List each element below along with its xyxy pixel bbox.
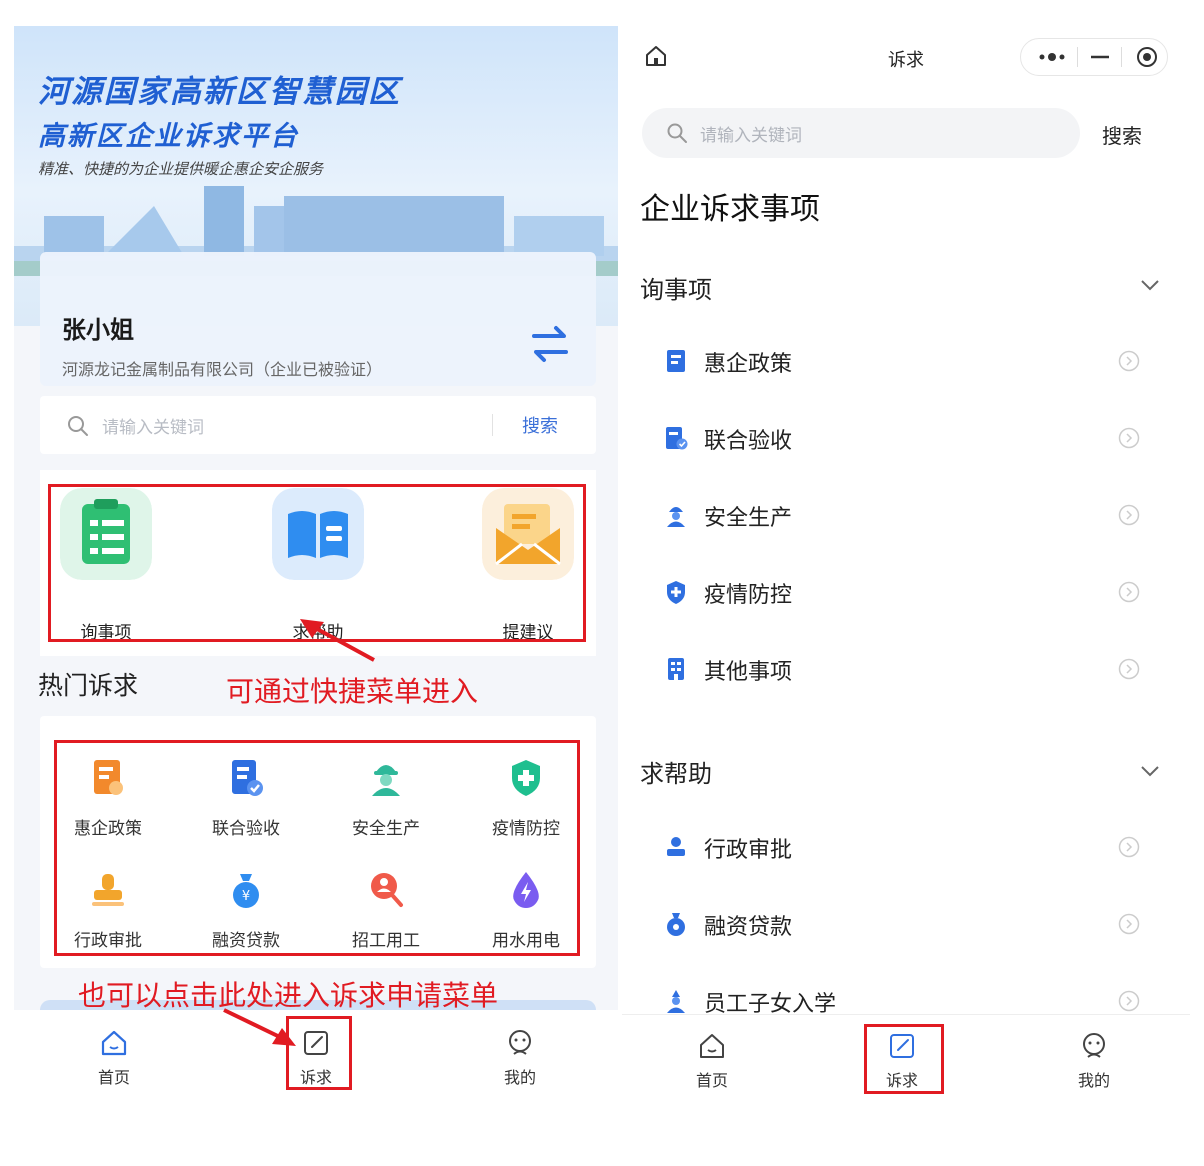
chevron-right-circle-icon (1118, 504, 1140, 526)
section-title-inquiry[interactable]: 询事项 (640, 270, 712, 305)
section-title-help[interactable]: 求帮助 (640, 754, 712, 789)
annotation-arrow (300, 619, 375, 662)
money-bag-icon (667, 913, 685, 936)
home-screen: 河源国家高新区智慧园区 高新区企业诉求平台 精准、快捷的为企业提供暖企惠企安企服… (14, 26, 618, 1140)
tab-label: 我的 (1077, 1071, 1110, 1090)
chevron-down-icon[interactable] (1140, 278, 1160, 292)
user-company: 河源龙记金属制品有限公司（企业已被验证） (62, 360, 383, 379)
list-item-label: 疫情防控 (704, 583, 793, 608)
close-target-icon[interactable] (1135, 45, 1159, 69)
tab-label: 首页 (695, 1071, 728, 1090)
hot-requests-title: 热门诉求 (38, 671, 139, 700)
list-item[interactable]: 疫情防控 (622, 563, 1190, 623)
divider (1077, 47, 1078, 67)
annotation-arrow (223, 1008, 296, 1046)
search-button[interactable]: 搜索 (1102, 120, 1142, 149)
home-icon (101, 1030, 127, 1056)
chevron-right-circle-icon (1118, 658, 1140, 680)
search-input[interactable]: 请输入关键词 (102, 413, 204, 438)
chevron-right-circle-icon (1118, 836, 1140, 858)
worker-icon (667, 507, 685, 527)
list-item-label: 联合验收 (704, 429, 793, 454)
banner-title: 河源国家高新区智慧园区 (38, 74, 401, 110)
list-item-label: 安全生产 (704, 506, 793, 531)
divider (492, 414, 493, 436)
tab-home[interactable]: 首页 (672, 1031, 752, 1101)
list-item[interactable]: 行政审批 (622, 818, 1190, 878)
search-icon (667, 123, 687, 143)
stamp-icon (667, 837, 685, 856)
minimize-icon[interactable] (1089, 47, 1111, 67)
miniprogram-capsule (1020, 38, 1168, 76)
shield-icon (667, 581, 685, 604)
tab-profile[interactable]: 我的 (1054, 1031, 1134, 1101)
policy-document-icon (667, 350, 685, 372)
switch-account-icon[interactable] (528, 322, 572, 366)
building-icon (668, 658, 684, 680)
tab-label: 我的 (503, 1068, 536, 1087)
banner-subtitle: 高新区企业诉求平台 (38, 121, 299, 152)
chevron-right-circle-icon (1118, 990, 1140, 1012)
user-face-icon (1083, 1033, 1105, 1058)
check-document-icon (666, 427, 688, 450)
highlight-box (864, 1024, 944, 1094)
tab-profile[interactable]: 我的 (480, 1028, 560, 1098)
screenshot-root: 河源国家高新区智慧园区 高新区企业诉求平台 精准、快捷的为企业提供暖企惠企安企服… (0, 0, 1204, 1166)
tab-label: 首页 (97, 1068, 130, 1087)
search-icon (68, 416, 88, 436)
chevron-right-circle-icon (1118, 427, 1140, 449)
search-bar: 请输入关键词 (642, 108, 1080, 158)
list-item[interactable]: 联合验收 (622, 409, 1190, 469)
user-card: 张小姐 河源龙记金属制品有限公司（企业已被验证） (40, 252, 596, 386)
list-item[interactable]: 惠企政策 (622, 332, 1190, 392)
annotation-quick-hint: 可通过快捷菜单进入 (226, 675, 479, 708)
user-name: 张小姐 (62, 316, 134, 344)
list-item-label: 其他事项 (704, 660, 793, 685)
search-bar: 请输入关键词 搜索 (40, 396, 596, 454)
list-item-label: 惠企政策 (704, 352, 793, 377)
home-icon (700, 1034, 724, 1058)
tab-home[interactable]: 首页 (74, 1028, 154, 1098)
divider (1121, 47, 1122, 67)
requests-screen: 诉求 请输入关键词 搜索 企业诉求事项 询事项 惠企政策 联合验收 安全生产 疫… (622, 26, 1190, 1140)
student-icon (667, 990, 685, 1013)
list-item[interactable]: 安全生产 (622, 486, 1190, 546)
chevron-down-icon[interactable] (1140, 764, 1160, 778)
search-input[interactable]: 请输入关键词 (700, 121, 802, 146)
list-item[interactable]: 其他事项 (622, 640, 1190, 700)
chevron-right-circle-icon (1118, 913, 1140, 935)
chevron-right-circle-icon (1118, 581, 1140, 603)
user-face-icon (509, 1030, 531, 1055)
chevron-right-circle-icon (1118, 350, 1140, 372)
search-button[interactable]: 搜索 (522, 412, 558, 438)
list-item-label: 行政审批 (704, 838, 793, 863)
page-title: 企业诉求事项 (640, 192, 820, 227)
list-item[interactable]: 融资贷款 (622, 895, 1190, 955)
highlight-box (54, 740, 580, 956)
more-icon[interactable] (1037, 49, 1067, 65)
list-item-label: 融资贷款 (704, 915, 793, 940)
